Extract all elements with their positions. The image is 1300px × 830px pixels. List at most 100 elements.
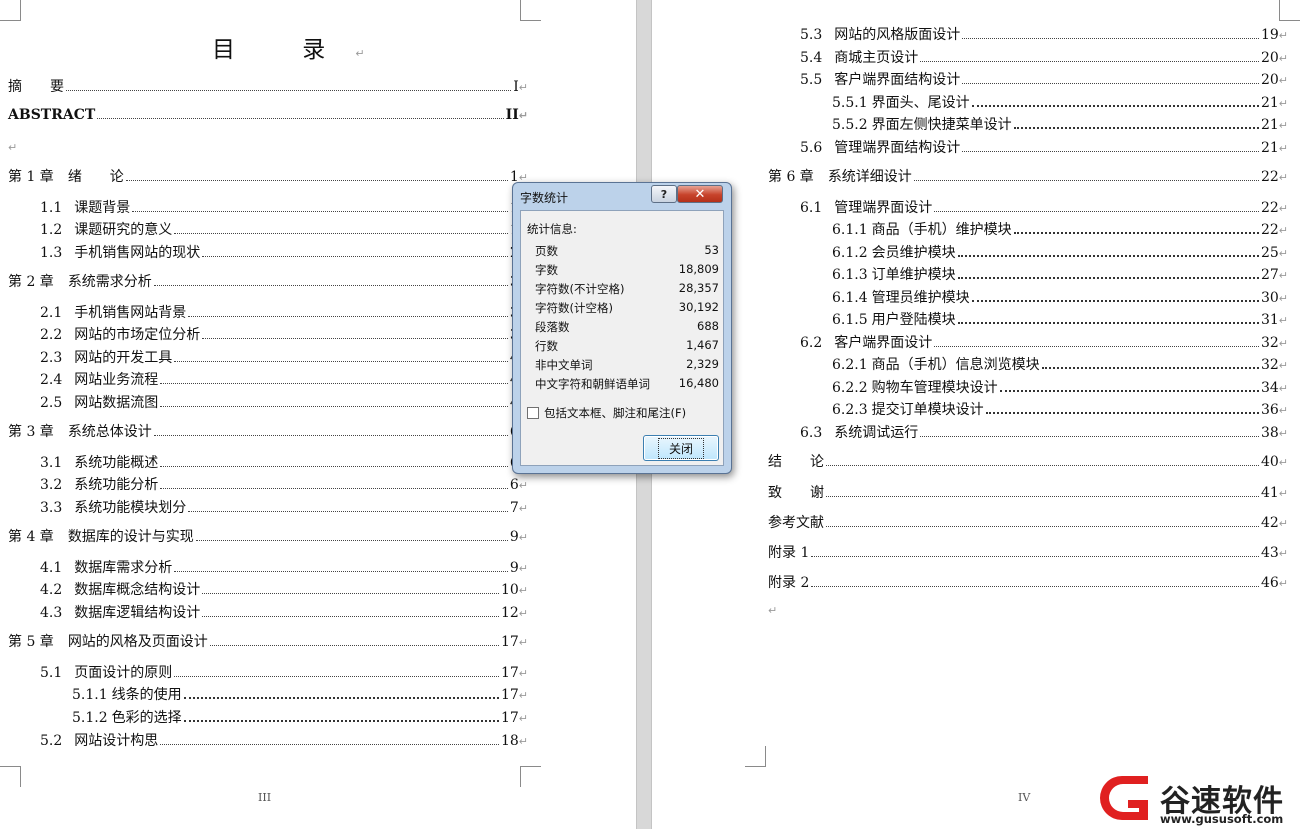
toc-entry-number: 5.6 (800, 140, 823, 156)
toc-dot-leader (920, 436, 1259, 437)
toc-entry[interactable]: 摘 要 I ↵ (8, 76, 528, 96)
toc-entry-number: 6.1.2 (832, 245, 868, 261)
toc-entry[interactable]: 5.4 商城主页设计 20 ↵ (800, 47, 1288, 67)
toc-dot-leader (160, 383, 508, 384)
toc-entry-number: 第 1 章 (8, 169, 54, 185)
toc-entry[interactable]: 2.1手机销售网站背景3↵ (40, 302, 528, 322)
toc-entry[interactable]: 参考文献 42 ↵ (768, 512, 1288, 532)
stat-label: 字符数(计空格) (535, 301, 613, 315)
toc-entry[interactable]: 6.2.3 提交订单模块设计 36 ↵ (832, 399, 1288, 419)
toc-entry[interactable]: 4.3 数据库逻辑结构设计 12 ↵ (40, 602, 528, 622)
toc-entry[interactable]: 6.1.5 用户登陆模块 31 ↵ (832, 309, 1288, 329)
toc-entry[interactable]: 致 谢 41 ↵ (768, 482, 1288, 502)
toc-entry[interactable]: 5.1.2 色彩的选择 17 ↵ (72, 707, 528, 727)
toc-entry[interactable]: 第 2 章系统需求分析3↵ (8, 271, 528, 291)
paragraph-mark: ↵ (1278, 97, 1288, 110)
stat-row: 中文字符和朝鲜语单词 16,480 (535, 376, 719, 394)
paragraph-mark: ↵ (1278, 119, 1288, 132)
toc-dot-leader (962, 83, 1259, 84)
toc-dot-leader (202, 593, 499, 594)
toc-entry[interactable]: 2.2网站的市场定位分析3↵ (40, 324, 528, 344)
toc-entry[interactable]: ABSTRACT II ↵ (8, 107, 528, 127)
toc-entry[interactable]: 结 论 40 ↵ (768, 451, 1288, 471)
stat-label: 字符数(不计空格) (535, 282, 625, 296)
dialog-body: 统计信息: 页数 53 字数 18,809 字符数(不计空格) 28,357 字符数(计空格… (520, 210, 724, 466)
paragraph-mark: ↵ (518, 584, 528, 597)
stat-value: 28,357 (678, 281, 719, 295)
toc-entry[interactable]: 6.1 管理端界面设计 22 ↵ (800, 197, 1288, 217)
toc-entry[interactable]: 3.2 系统功能分析 6 ↵ (40, 474, 528, 494)
toc-entry-number: 6.3 (800, 425, 823, 441)
page-number: IV (1018, 791, 1031, 804)
document-page-right[interactable]: 5.3 网站的风格版面设计 19 ↵ 5.4 商城主页设计 20 ↵ 5.5 客户端界面结构设计 2… (652, 0, 1300, 829)
toc-entry[interactable]: 2.3网站的开发工具4↵ (40, 347, 528, 367)
toc-entry-number: 6.2.2 (832, 380, 868, 396)
paragraph-mark: ↵ (1278, 404, 1288, 417)
toc-entry[interactable]: 第 1 章绪 论 1 ↵ (8, 166, 528, 186)
toc-entry-page: 9 (509, 560, 519, 576)
toc-entry-title: 课题背景 (74, 200, 131, 216)
toc-entry[interactable]: 6.1.4 管理员维护模块 30 ↵ (832, 287, 1288, 307)
toc-entry[interactable]: 6.2 客户端界面设计 32 ↵ (800, 332, 1288, 352)
toc-entry[interactable]: 第 6 章系统详细设计 22 ↵ (768, 166, 1288, 186)
toc-entry[interactable]: 5.1 页面设计的原则 17 ↵ (40, 662, 528, 682)
toc-entry[interactable]: 5.1.1 线条的使用 17 ↵ (72, 684, 528, 704)
checkbox-box[interactable] (527, 407, 539, 419)
help-button[interactable]: ? (651, 185, 677, 203)
close-icon[interactable]: ✕ (677, 185, 723, 203)
toc-entry[interactable]: 6.3 系统调试运行 38 ↵ (800, 422, 1288, 442)
paragraph-mark: ↵ (518, 531, 528, 544)
toc-entry[interactable]: 第 3 章系统总体设计6↵ (8, 421, 528, 441)
toc-entry-title: 购物车管理模块设计 (871, 380, 998, 396)
toc-entry[interactable]: 3.1系统功能概述6↵ (40, 452, 528, 472)
paragraph-mark: ↵ (518, 712, 528, 725)
toc-entry[interactable]: 5.5 客户端界面结构设计 20 ↵ (800, 69, 1288, 89)
word-count-dialog[interactable]: 字数统计 ? ✕ 统计信息: 页数 53 字数 18,809 字符数(不计空格) 28,3… (512, 182, 732, 474)
toc-entry-number: 2.5 (40, 395, 63, 411)
paragraph-mark: ↵ (1278, 427, 1288, 440)
toc-entry[interactable]: 6.1.2 会员维护模块 25 ↵ (832, 242, 1288, 262)
toc-entry-page: 41 (1260, 485, 1279, 501)
toc-entry-title: 管理员维护模块 (871, 290, 970, 306)
toc-entry[interactable]: 3.3 系统功能模块划分 7 ↵ (40, 497, 528, 517)
toc-entry[interactable]: 第 4 章数据库的设计与实现 9 ↵ (8, 526, 528, 546)
toc-entry[interactable]: 6.1.1 商品（手机）维护模块 22 ↵ (832, 219, 1288, 239)
toc-entry-title: 绪 论 (67, 169, 124, 185)
stat-value: 16,480 (678, 376, 719, 390)
toc-dot-leader (188, 511, 508, 512)
toc-entry[interactable]: 4.2 数据库概念结构设计 10 ↵ (40, 579, 528, 599)
include-textboxes-checkbox[interactable]: 包括文本框、脚注和尾注(F) (527, 405, 686, 421)
crop-mark (0, 0, 21, 21)
paragraph-mark: ↵ (1278, 74, 1288, 87)
toc-entry[interactable]: 2.4网站业务流程4↵ (40, 369, 528, 389)
toc-entry[interactable]: 第 5 章网站的风格及页面设计 17 ↵ (8, 631, 528, 651)
close-button[interactable]: 关闭 (643, 435, 719, 461)
toc-entry[interactable]: 6.2.2 购物车管理模块设计 34 ↵ (832, 377, 1288, 397)
toc-dot-leader (66, 90, 512, 91)
toc-entry-title: 数据库概念结构设计 (74, 582, 201, 598)
toc-entry-page: 43 (1260, 545, 1279, 561)
toc-entry[interactable]: 5.6 管理端界面结构设计 21 ↵ (800, 137, 1288, 157)
paragraph-mark: ↵ (1278, 337, 1288, 350)
toc-dot-leader (934, 346, 1259, 347)
toc-entry-title: 界面头、尾设计 (871, 95, 970, 111)
toc-entry[interactable]: 6.2.1 商品（手机）信息浏览模块 32 ↵ (832, 354, 1288, 374)
toc-entry[interactable]: 6.1.3 订单维护模块 27 ↵ (832, 264, 1288, 284)
toc-entry[interactable]: 1.3手机销售网站的现状2↵ (40, 242, 528, 262)
toc-entry-page: 42 (1260, 515, 1279, 531)
paragraph-mark: ↵ (1278, 224, 1288, 237)
toc-entry[interactable]: 1.2课题研究的意义1↵ (40, 219, 528, 239)
toc-entry[interactable]: 5.2 网站设计构思 18 ↵ (40, 730, 528, 750)
toc-entry[interactable]: 4.1 数据库需求分析 9 ↵ (40, 557, 528, 577)
toc-entry[interactable]: 5.3 网站的风格版面设计 19 ↵ (800, 24, 1288, 44)
toc-entry[interactable]: 2.5网站数据流图4↵ (40, 392, 528, 412)
toc-entry-page: 19 (1260, 27, 1279, 43)
toc-entry[interactable]: 5.5.1 界面头、尾设计 21 ↵ (832, 92, 1288, 112)
paragraph-mark: ↵ (518, 109, 528, 122)
paragraph-mark: ↵ (1278, 292, 1288, 305)
toc-entry[interactable]: 附录 1 43 ↵ (768, 542, 1288, 562)
toc-entry[interactable]: 1.1课题背景1↵ (40, 197, 528, 217)
toc-entry[interactable]: 附录 2 46 ↵ (768, 572, 1288, 592)
toc-entry[interactable]: 5.5.2 界面左侧快捷菜单设计 21 ↵ (832, 114, 1288, 134)
toc-entry-title: 色彩的选择 (111, 710, 182, 726)
